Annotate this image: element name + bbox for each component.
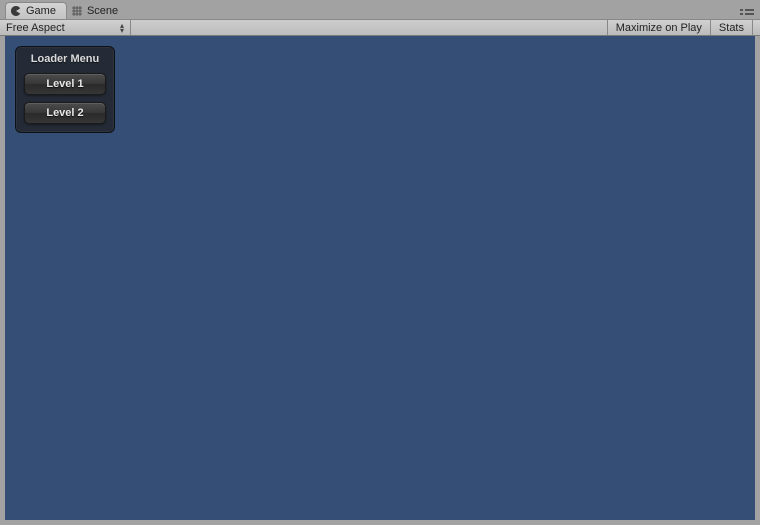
loader-menu: Loader Menu Level 1 Level 2: [15, 46, 115, 133]
loader-menu-title: Loader Menu: [24, 53, 106, 65]
aspect-dropdown-label: Free Aspect: [6, 22, 65, 34]
stats-label: Stats: [719, 22, 744, 34]
level-2-label: Level 2: [46, 107, 83, 119]
maximize-on-play-button[interactable]: Maximize on Play: [607, 20, 710, 35]
pacman-icon: [10, 5, 22, 17]
level-1-label: Level 1: [46, 78, 83, 90]
aspect-dropdown[interactable]: Free Aspect ▴▾: [0, 20, 131, 35]
tab-bar: Game Scene: [0, 0, 760, 19]
tab-menu-icon[interactable]: [740, 5, 754, 15]
maximize-label: Maximize on Play: [616, 22, 702, 34]
toolbar-end: [752, 20, 760, 35]
game-view: Loader Menu Level 1 Level 2: [5, 36, 755, 520]
level-2-button[interactable]: Level 2: [24, 102, 106, 124]
tab-game[interactable]: Game: [5, 2, 67, 19]
stats-button[interactable]: Stats: [710, 20, 752, 35]
grid-icon: [71, 5, 83, 17]
toolbar-spacer: [131, 20, 607, 35]
tab-scene[interactable]: Scene: [67, 2, 128, 19]
updown-arrows-icon: ▴▾: [120, 23, 124, 33]
level-1-button[interactable]: Level 1: [24, 73, 106, 95]
tab-scene-label: Scene: [87, 5, 118, 17]
tab-game-label: Game: [26, 5, 56, 17]
game-toolbar: Free Aspect ▴▾ Maximize on Play Stats: [0, 19, 760, 36]
